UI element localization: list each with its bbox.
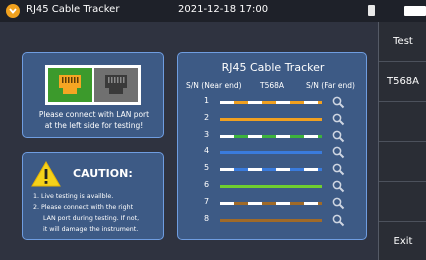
wire-line — [220, 168, 322, 172]
search-icon[interactable] — [332, 146, 345, 159]
app-title: RJ45 Cable Tracker — [26, 4, 120, 15]
caution-line-2: 2. Please connect with the right — [33, 204, 134, 211]
lan-ports — [45, 65, 141, 105]
status-bar: RJ45 Cable Tracker 2021-12-18 17:00 — [0, 0, 426, 22]
app-logo-icon — [6, 4, 20, 18]
softkey-5[interactable] — [379, 182, 426, 222]
standard-header: T568A — [260, 81, 285, 90]
wire-number: 3 — [204, 129, 210, 139]
port-instruction-line2: at the left side for testing! — [44, 121, 144, 130]
caution-title: CAUTION: — [73, 167, 133, 180]
wire-line — [220, 151, 322, 155]
test-button[interactable]: Test — [379, 22, 426, 62]
lan-port-panel: Please connect with LAN port at the left… — [22, 52, 164, 138]
wire-number: 2 — [204, 112, 210, 122]
wire-line — [220, 134, 322, 138]
search-icon[interactable] — [332, 113, 345, 126]
search-icon[interactable] — [332, 214, 345, 227]
wire-number: 4 — [204, 146, 210, 156]
exit-button[interactable]: Exit — [379, 222, 426, 260]
wire-number: 8 — [204, 213, 210, 223]
caution-line-1: 1. Live testing is availble. — [33, 193, 114, 200]
wire-line — [220, 101, 322, 104]
search-icon[interactable] — [332, 130, 345, 143]
warning-icon — [31, 161, 61, 187]
softkey-bar: Test T568A Exit — [378, 22, 426, 260]
search-icon[interactable] — [332, 96, 345, 109]
inactive-port-icon — [94, 68, 138, 102]
caution-panel: CAUTION: 1. Live testing is availble. 2.… — [22, 152, 164, 240]
screen: RJ45 Cable Tracker 2021-12-18 17:00 Test… — [0, 0, 426, 260]
softkey-4[interactable] — [379, 142, 426, 182]
tracker-title: RJ45 Cable Tracker — [221, 61, 325, 74]
caution-line-4: it will damage the instrument. — [43, 226, 139, 233]
standard-button[interactable]: T568A — [379, 62, 426, 102]
wire-number: 6 — [204, 180, 210, 189]
wire-number: 1 — [204, 96, 210, 105]
search-icon[interactable] — [332, 163, 345, 176]
search-icon[interactable] — [332, 197, 345, 210]
near-end-header: S/N (Near end) — [186, 81, 242, 90]
wire-line — [220, 185, 322, 188]
port-instruction: Please connect with LAN port at the left… — [23, 109, 165, 131]
datetime: 2021-12-18 17:00 — [178, 4, 269, 15]
wire-number: 5 — [204, 163, 210, 173]
sd-card-icon — [368, 5, 375, 16]
search-icon[interactable] — [332, 180, 345, 193]
wire-line — [220, 117, 322, 121]
caution-line-3: LAN port during testing. If not, — [43, 215, 140, 222]
port-instruction-line1: Please connect with LAN port — [38, 110, 150, 119]
cable-tracker-panel: RJ45 Cable Tracker S/N (Near end) T568A … — [177, 52, 367, 240]
active-port-icon — [48, 68, 92, 102]
softkey-3[interactable] — [379, 102, 426, 142]
wire-line — [220, 218, 322, 222]
wire-number: 7 — [204, 196, 210, 206]
battery-icon — [404, 6, 426, 16]
wire-line — [220, 201, 322, 205]
caution-text: 1. Live testing is availble. 2. Please c… — [23, 191, 165, 235]
far-end-header: S/N (Far end) — [306, 81, 355, 90]
